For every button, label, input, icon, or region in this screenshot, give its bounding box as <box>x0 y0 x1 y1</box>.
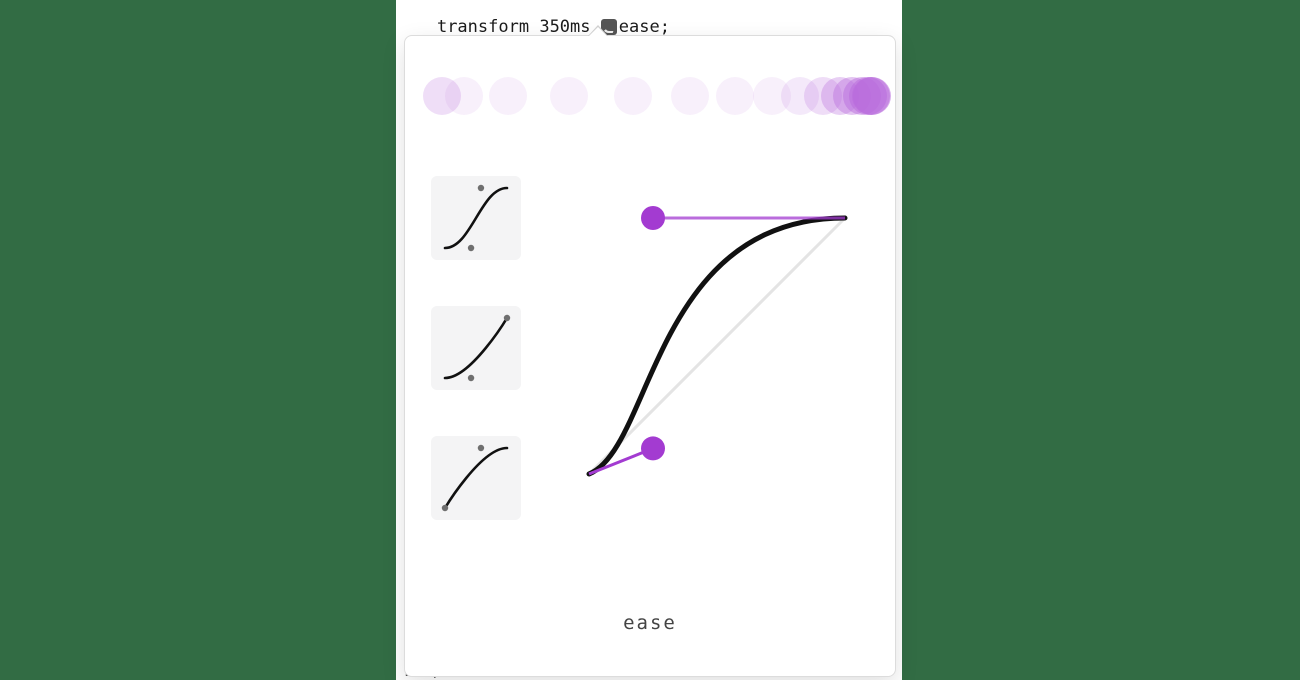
easing-preset-ease-in[interactable] <box>431 306 521 390</box>
motion-trail-dot <box>853 77 891 115</box>
bezier-curve-editor[interactable] <box>577 206 857 486</box>
css-duration: 350ms <box>539 17 590 37</box>
bezier-curve-canvas <box>577 206 857 486</box>
easing-preset-list <box>431 176 527 566</box>
motion-trail-dot <box>614 77 652 115</box>
preset-curve-icon <box>439 312 513 384</box>
devtools-column: transform 350ms ease; ..., <box>396 0 902 680</box>
easing-preset-ease-in-out[interactable] <box>431 176 521 260</box>
css-semicolon: ; <box>660 17 670 37</box>
easing-motion-preview <box>423 66 877 126</box>
motion-trail-dot <box>550 77 588 115</box>
bezier-handle-p1[interactable] <box>641 436 665 460</box>
css-easing: ease <box>619 17 660 37</box>
motion-trail-dot <box>671 77 709 115</box>
preset-curve-icon <box>439 182 513 254</box>
bezier-handle-p2[interactable] <box>641 206 665 230</box>
motion-trail-dot <box>445 77 483 115</box>
easing-preset-ease-out[interactable] <box>431 436 521 520</box>
motion-trail-dot <box>716 77 754 115</box>
preset-curve-icon <box>439 442 513 514</box>
bezier-editor-popover: ease <box>404 35 896 677</box>
selected-curve-name: ease <box>405 612 895 634</box>
motion-trail-dot <box>489 77 527 115</box>
css-property: transform <box>437 17 529 37</box>
